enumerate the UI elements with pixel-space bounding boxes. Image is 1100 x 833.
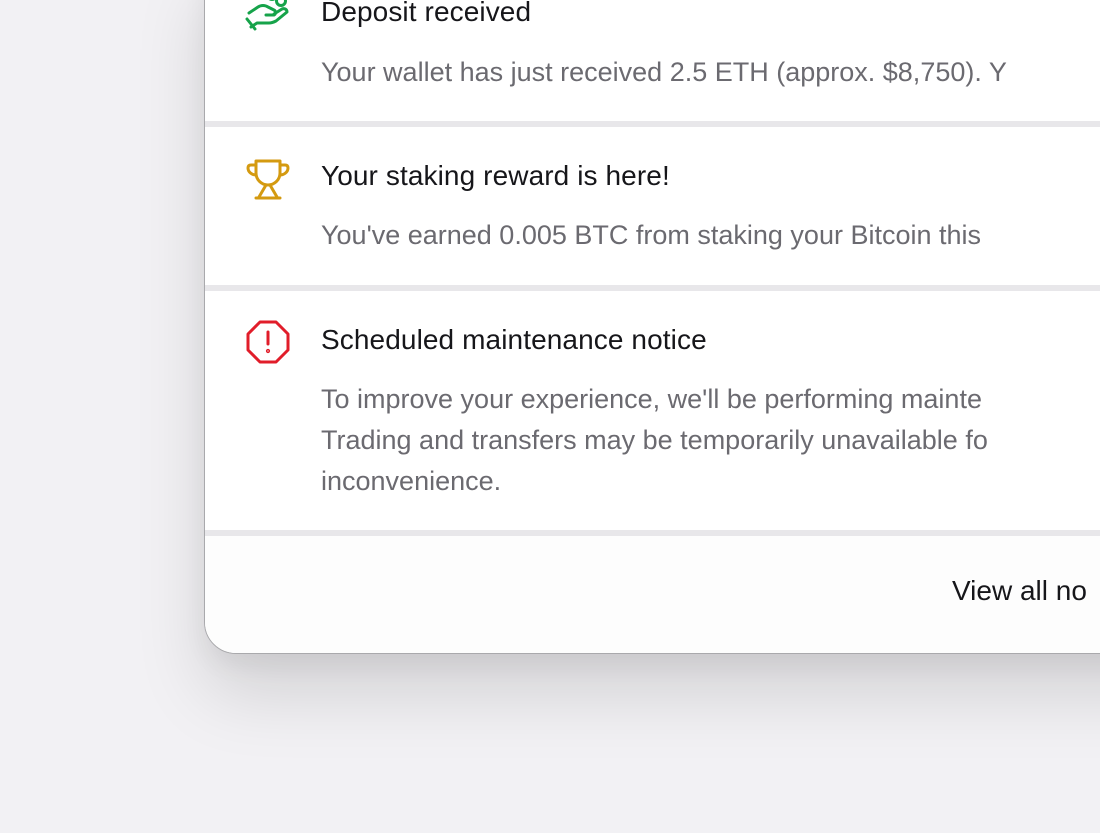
- notification-body-line: Trading and transfers may be temporarily…: [321, 425, 988, 455]
- notification-body: You've earned 0.005 BTC from staking you…: [321, 215, 1100, 256]
- notification-screen: Deposit received Your wallet has just re…: [0, 0, 1100, 833]
- notification-body-line: Your wallet has just received 2.5 ETH (a…: [321, 57, 1007, 87]
- notification-body-line: To improve your experience, we'll be per…: [321, 384, 982, 414]
- trophy-icon: [245, 157, 291, 203]
- notification-body: To improve your experience, we'll be per…: [321, 379, 1100, 502]
- notifications-panel: Deposit received Your wallet has just re…: [204, 0, 1100, 654]
- notification-item-deposit[interactable]: Deposit received Your wallet has just re…: [205, 0, 1100, 121]
- notification-body-line: You've earned 0.005 BTC from staking you…: [321, 220, 982, 250]
- hand-coins-icon: [245, 0, 291, 33]
- notification-title: Your staking reward is here!: [321, 160, 670, 191]
- alert-octagon-icon: [245, 319, 291, 365]
- notification-body-line: inconvenience.: [321, 466, 502, 496]
- view-all-notifications-link[interactable]: View all no: [952, 575, 1087, 607]
- notification-title: Deposit received: [321, 0, 532, 27]
- notification-body: Your wallet has just received 2.5 ETH (a…: [321, 52, 1100, 93]
- notification-title: Scheduled maintenance notice: [321, 324, 707, 355]
- notification-item-staking-reward[interactable]: Your staking reward is here! You've earn…: [205, 127, 1100, 285]
- notification-item-maintenance[interactable]: Scheduled maintenance notice To improve …: [205, 291, 1100, 530]
